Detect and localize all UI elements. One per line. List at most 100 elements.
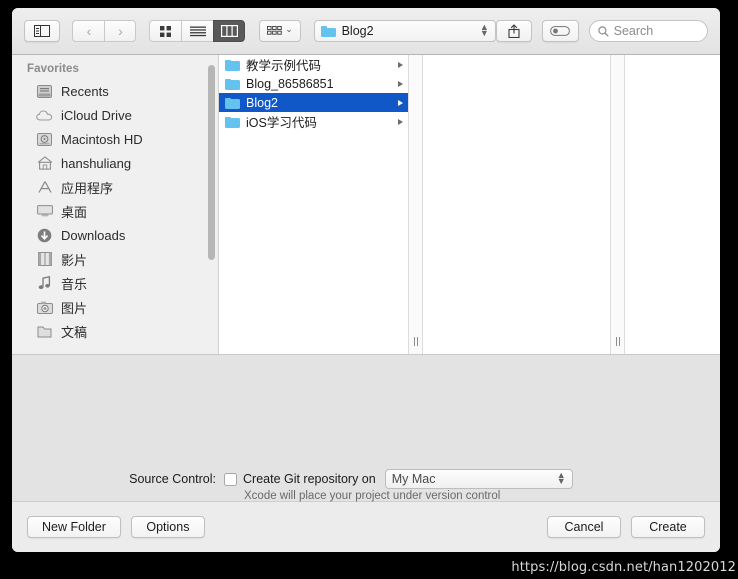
movies-icon [36,251,53,267]
watermark: https://blog.csdn.net/han1202012 [511,560,736,575]
sidebar-item-macintosh-hd[interactable]: Macintosh HD [12,127,218,151]
sidebar-item-applications[interactable]: 应用程序 [12,175,218,199]
save-panel-dialog: ‹ › ⌄ Blog2 ▲ ▼ Search Favorites Recents… [12,8,720,552]
disclosure-arrow-icon [398,80,403,87]
toolbar: ‹ › ⌄ Blog2 ▲ ▼ Search [12,8,720,55]
desktop-icon [36,203,53,219]
source-control-hint: Xcode will place your project under vers… [244,490,501,502]
downloads-icon [36,227,53,243]
path-popup-button[interactable]: Blog2 ▲ ▼ [313,20,496,42]
browser-column-3 [625,55,720,354]
file-name: Blog_86586851 [246,76,334,91]
arrange-grid-icon [267,25,283,35]
disclosure-arrow-icon [398,61,403,68]
sidebar: Favorites Recents iCloud Drive Macintosh… [12,55,219,354]
columns-icon [220,25,238,37]
file-browser: Favorites Recents iCloud Drive Macintosh… [12,55,720,354]
file-name: Blog2 [246,95,278,110]
git-remote-select[interactable]: My Mac ▲ ▼ [384,469,573,489]
tags-button[interactable] [542,20,579,42]
create-git-repository-checkbox[interactable] [224,472,237,486]
disclosure-arrow-icon [398,99,403,106]
stepper-icon: ▲ ▼ [479,22,489,38]
sidebar-item-label: Recents [61,83,109,99]
icloud-icon [36,107,53,123]
view-mode-icon-button[interactable] [149,20,182,42]
create-button[interactable]: Create [631,516,705,538]
documents-icon [36,323,53,339]
file-name: iOS学习代码 [246,116,317,130]
sidebar-toggle-button[interactable] [24,20,61,42]
search-icon [597,25,609,37]
view-mode-segmented-control [149,20,246,42]
folder-icon [225,116,240,128]
file-row[interactable]: iOS学习代码 [219,112,408,131]
sidebar-scrollbar[interactable] [208,65,215,260]
search-input[interactable]: Search [588,20,708,42]
sidebar-item-label: iCloud Drive [61,107,132,123]
disclosure-arrow-icon [398,118,403,125]
sidebar-item-documents[interactable]: 文稿 [12,319,218,343]
recents-icon [36,83,53,99]
file-row-selected[interactable]: Blog2 [219,93,408,112]
browser-column-2 [423,55,611,354]
browser-column-1: 教学示例代码 Blog_86586851 Blog2 iOS学习代码 [219,55,409,354]
folder-icon [225,59,240,71]
view-mode-column-button[interactable] [213,20,246,42]
applications-icon [36,179,53,195]
create-git-repository-label: Create Git repository on [243,472,376,486]
pictures-icon [36,299,53,315]
sidebar-item-desktop[interactable]: 桌面 [12,199,218,223]
sidebar-item-label: 桌面 [61,204,88,220]
share-icon [508,24,520,38]
stepper-icon: ▲ ▼ [556,470,566,486]
sidebar-item-label: 图片 [61,300,88,316]
chevron-down-icon: ⌄ [285,23,293,34]
sidebar-item-music[interactable]: 音乐 [12,271,218,295]
sidebar-item-downloads[interactable]: Downloads [12,223,218,247]
options-button[interactable]: Options [130,516,205,538]
file-row[interactable]: Blog_86586851 [219,74,408,93]
forward-button[interactable]: › [104,20,137,42]
sidebar-item-label: Downloads [61,227,126,243]
arrange-by-button[interactable]: ⌄ [259,20,301,42]
chevron-left-icon: ‹ [86,23,92,39]
resize-grip-icon [413,337,418,346]
footer: New Folder Options Cancel Create [12,501,720,552]
folder-icon [225,97,240,109]
file-name: 教学示例代码 [246,59,322,73]
sidebar-item-label: 影片 [61,252,88,268]
folder-icon [225,78,240,90]
grid-icon [160,25,172,37]
cancel-button[interactable]: Cancel [547,516,621,538]
source-control-row: Source Control: Create Git repository on… [12,469,720,489]
list-icon [189,26,206,36]
folder-icon [320,25,336,37]
path-popup-label: Blog2 [341,24,374,38]
tag-icon [550,26,571,36]
chevron-right-icon: › [118,23,123,39]
sidebar-item-pictures[interactable]: 图片 [12,295,218,319]
sidebar-toggle-icon [34,25,51,37]
sidebar-section-header: Favorites [27,63,80,75]
column-2-resize-handle[interactable] [611,55,625,354]
column-1-resize-handle[interactable] [409,55,423,354]
new-folder-button[interactable]: New Folder [27,516,121,538]
sidebar-item-label: 应用程序 [61,180,114,196]
sidebar-item-label: 文稿 [61,324,88,340]
accessory-panel: Source Control: Create Git repository on… [12,354,720,502]
git-remote-selected-value: My Mac [391,472,436,486]
sidebar-item-home[interactable]: hanshuliang [12,151,218,175]
sidebar-item-movies[interactable]: 影片 [12,247,218,271]
view-mode-list-button[interactable] [181,20,214,42]
share-button[interactable] [495,20,533,42]
sidebar-item-recents[interactable]: Recents [12,79,218,103]
resize-grip-icon [615,337,620,346]
harddisk-icon [36,131,53,147]
back-button[interactable]: ‹ [72,20,105,42]
music-icon [36,275,53,291]
sidebar-item-icloud-drive[interactable]: iCloud Drive [12,103,218,127]
file-row[interactable]: 教学示例代码 [219,55,408,74]
source-control-label: Source Control: [129,472,216,486]
navigation-buttons: ‹ › [72,20,137,42]
